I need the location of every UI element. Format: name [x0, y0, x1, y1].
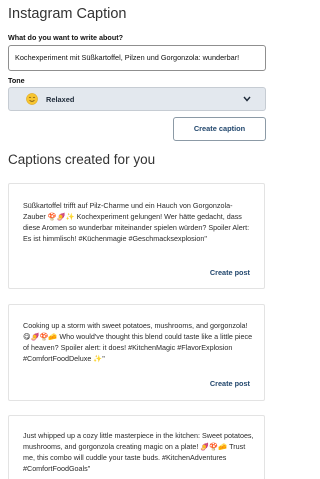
create-caption-button[interactable]: Create caption — [173, 117, 266, 141]
caption-text: Cooking up a storm with sweet potatoes, … — [23, 321, 253, 363]
topic-label: What do you want to write about? — [8, 33, 123, 42]
caption-text: Just whipped up a cozy little masterpiec… — [23, 431, 254, 473]
create-post-button[interactable]: Create post — [210, 379, 250, 388]
chevron-down-icon — [243, 96, 251, 102]
caption-card: Just whipped up a cozy little masterpiec… — [8, 415, 265, 479]
captions-heading: Captions created for you — [8, 152, 156, 167]
tone-select-value: Relaxed — [46, 95, 75, 104]
topic-input[interactable]: Kochexperiment mit Süßkartoffel, Pilzen … — [8, 45, 266, 71]
tone-select[interactable]: Relaxed — [8, 87, 266, 111]
page-title: Instagram Caption — [8, 6, 127, 22]
tone-label: Tone — [8, 76, 25, 85]
caption-card: Cooking up a storm with sweet potatoes, … — [8, 304, 265, 401]
create-post-button[interactable]: Create post — [210, 268, 250, 277]
relaxed-face-icon — [26, 93, 38, 105]
caption-text: Süßkartoffel trifft auf Pilz-Charme und … — [23, 201, 250, 243]
caption-card: Süßkartoffel trifft auf Pilz-Charme und … — [8, 183, 265, 289]
